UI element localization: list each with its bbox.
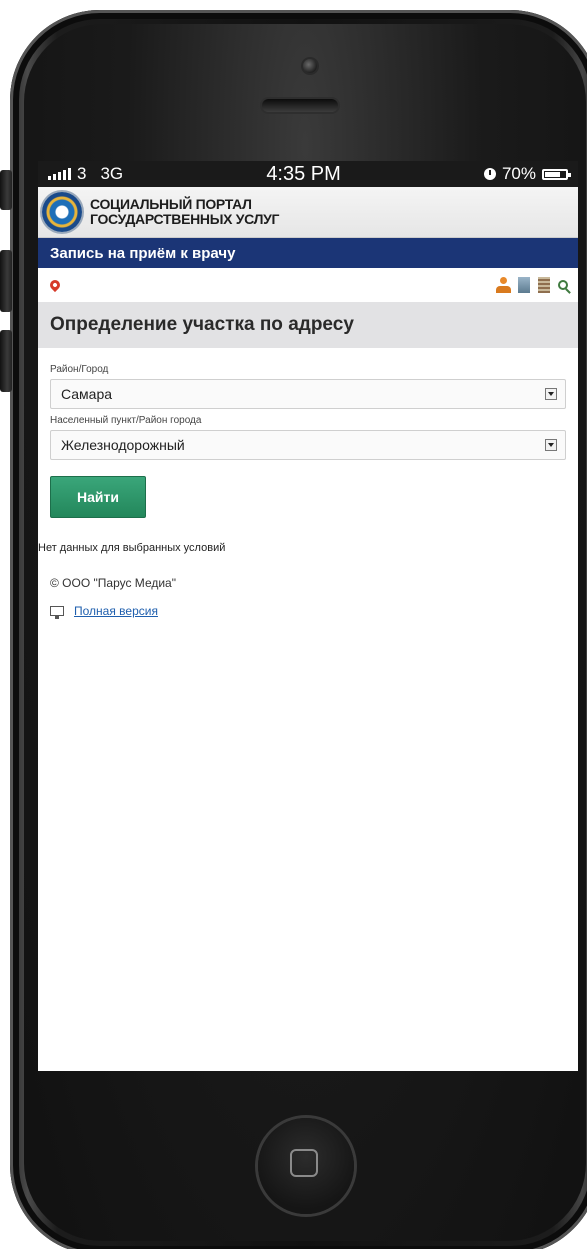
front-camera xyxy=(303,59,317,73)
portal-logo-icon xyxy=(42,192,82,232)
volume-up-button xyxy=(0,250,12,312)
alarm-clock-icon xyxy=(483,168,496,180)
copyright-text: © ООО "Парус Медиа" xyxy=(50,576,176,590)
find-button[interactable]: Найти xyxy=(50,476,146,518)
address-form: Район/Город Самара Населенный пункт/Райо… xyxy=(38,348,578,518)
status-left: 3 3G xyxy=(48,164,123,184)
no-data-message: Нет данных для выбранных условий xyxy=(38,542,226,554)
district-label: Район/Город xyxy=(50,364,109,375)
status-right: 70% xyxy=(483,164,571,184)
full-version-link[interactable]: Полная версия xyxy=(74,604,158,618)
district-select[interactable]: Самара xyxy=(50,379,566,409)
toolbar-right-icons xyxy=(496,277,568,293)
district-value: Самара xyxy=(61,386,113,402)
portal-name-line1: СОЦИАЛЬНЫЙ ПОРТАЛ xyxy=(90,196,252,212)
map-pin-icon[interactable] xyxy=(47,277,63,293)
document-icon[interactable] xyxy=(538,277,550,293)
phone-stage: 3 3G 4:35 PM 70% СОЦИАЛЬНЫЙ ПОРТАЛ ГОСУД… xyxy=(0,0,587,1249)
status-bar: 3 3G 4:35 PM 70% xyxy=(38,161,578,187)
earpiece-speaker xyxy=(262,99,338,112)
chevron-down-icon xyxy=(545,388,557,400)
page-title-bar: Запись на приём к врачу xyxy=(38,238,578,268)
portal-name: СОЦИАЛЬНЫЙ ПОРТАЛ ГОСУДАРСТВЕННЫХ УСЛУГ xyxy=(90,196,280,227)
battery-percent: 70% xyxy=(501,164,536,183)
person-icon[interactable] xyxy=(496,277,511,293)
battery-icon xyxy=(541,168,571,180)
signal-icon xyxy=(48,168,71,180)
portal-header[interactable]: СОЦИАЛЬНЫЙ ПОРТАЛ ГОСУДАРСТВЕННЫХ УСЛУГ xyxy=(38,187,578,238)
search-icon[interactable] xyxy=(558,280,568,290)
mute-switch xyxy=(0,170,12,210)
phone-screen: 3 3G 4:35 PM 70% СОЦИАЛЬНЫЙ ПОРТАЛ ГОСУД… xyxy=(38,161,578,1071)
section-title: Определение участка по адресу xyxy=(38,302,578,348)
volume-down-button xyxy=(0,330,12,392)
full-version-row: Полная версия xyxy=(50,604,578,619)
home-square-icon xyxy=(290,1149,318,1177)
section-title-text: Определение участка по адресу xyxy=(50,314,354,335)
locality-select[interactable]: Железнодорожный xyxy=(50,430,566,460)
page-title: Запись на приём к врачу xyxy=(50,244,236,262)
monitor-icon xyxy=(50,606,64,619)
locality-value: Железнодорожный xyxy=(61,437,185,453)
locality-label: Населенный пункт/Район города xyxy=(50,415,202,426)
home-button[interactable] xyxy=(258,1118,354,1214)
carrier-label: 3 xyxy=(77,164,87,183)
icon-toolbar xyxy=(38,268,578,302)
portal-name-line2: ГОСУДАРСТВЕННЫХ УСЛУГ xyxy=(90,211,280,227)
footer: © ООО "Парус Медиа" Полная версия xyxy=(38,576,578,619)
network-label: 3G xyxy=(100,164,124,183)
building-icon[interactable] xyxy=(518,277,530,293)
status-time: 4:35 PM xyxy=(266,162,341,185)
chevron-down-icon xyxy=(545,439,557,451)
